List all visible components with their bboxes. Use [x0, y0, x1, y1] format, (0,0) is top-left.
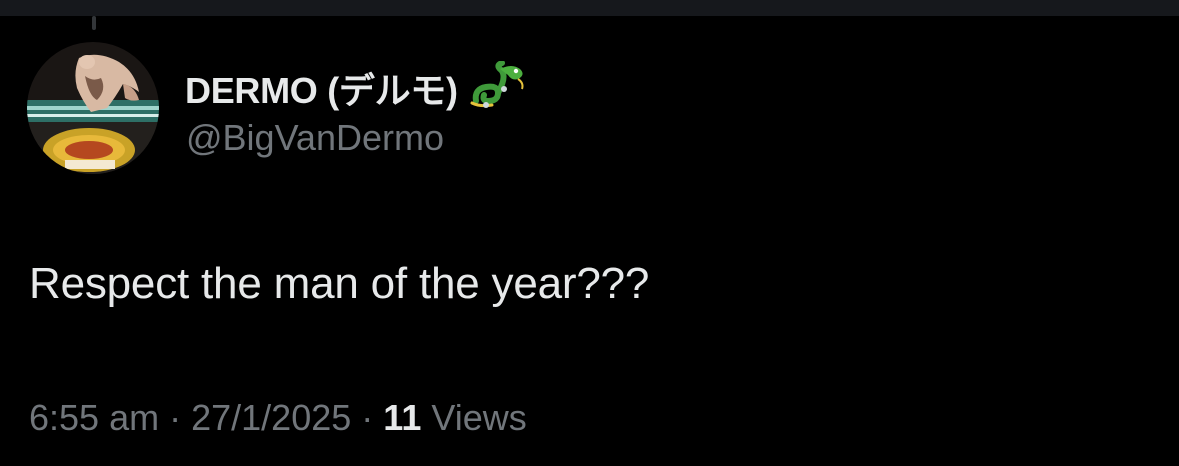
avatar[interactable]	[27, 42, 159, 174]
top-bar	[0, 0, 1179, 16]
views-label: Views	[431, 397, 527, 438]
avatar-image	[27, 42, 159, 174]
user-handle[interactable]: @BigVanDermo	[186, 117, 444, 159]
dragon-icon	[468, 59, 528, 120]
tweet-date[interactable]: 27/1/2025	[191, 397, 351, 438]
tweet-time[interactable]: 6:55 am	[29, 397, 159, 438]
views-link[interactable]: 11 Views	[383, 397, 526, 438]
display-name[interactable]: DERMO (デルモ)	[185, 59, 528, 120]
display-name-text: DERMO (デルモ)	[185, 70, 458, 111]
views-count: 11	[383, 397, 422, 438]
meta-separator: ·	[361, 397, 374, 438]
meta-separator: ·	[169, 397, 182, 438]
thread-line	[92, 16, 96, 30]
tweet-text: Respect the man of the year???	[29, 259, 650, 308]
tweet-meta: 6:55 am · 27/1/2025 · 11 Views	[29, 397, 527, 439]
